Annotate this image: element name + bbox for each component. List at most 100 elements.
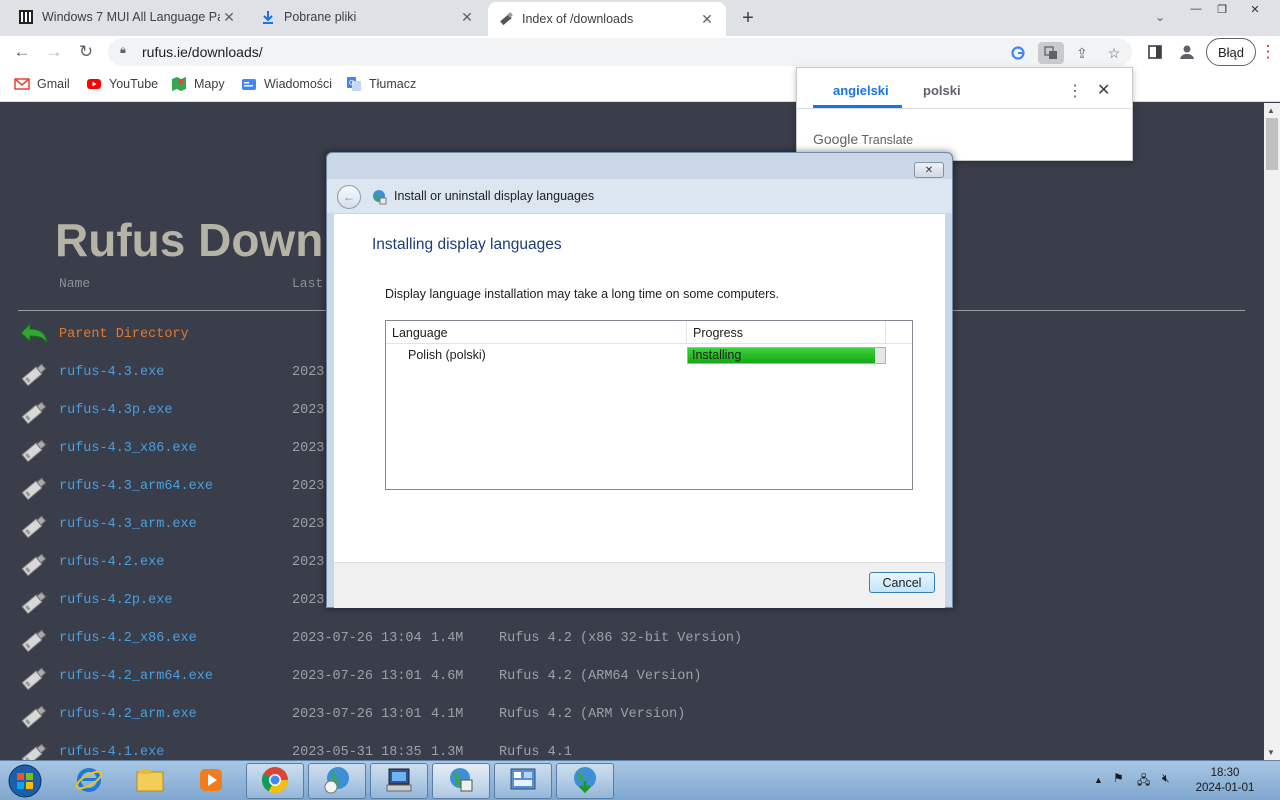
language-name[interactable]: Polish (polski) [408, 348, 486, 362]
clock-date: 2024-01-01 [1195, 782, 1255, 794]
svg-text:G: G [349, 80, 354, 87]
show-hidden-icons-arrow-icon[interactable]: ▲ [1094, 775, 1103, 785]
google-translate-brand: Google Translate [813, 131, 913, 147]
file-date: 2023-07-26 13:01 [292, 707, 422, 722]
file-link[interactable]: rufus-4.3.exe [59, 365, 164, 380]
scroll-up-arrow-icon[interactable]: ▲ [1267, 106, 1275, 115]
bookmark-translate[interactable]: G Tłumacz [346, 76, 416, 92]
taskbar-media-player[interactable] [182, 763, 240, 799]
translate-target-tab[interactable]: polski [923, 83, 961, 98]
file-date: 2023-07-26 13:04 [292, 631, 422, 646]
profile-avatar-icon[interactable] [1175, 40, 1199, 64]
google-icon[interactable] [1008, 43, 1028, 63]
tab-windows7-mui[interactable]: Windows 7 MUI All Language Pa ✕ [8, 0, 248, 34]
close-tab-icon[interactable]: ✕ [458, 8, 476, 26]
profile-error-button[interactable]: Błąd [1206, 38, 1256, 66]
system-clock[interactable]: 18:30 2024-01-01 [1190, 766, 1260, 796]
column-header-language[interactable]: Language [386, 321, 687, 344]
cancel-button[interactable]: Cancel [869, 572, 935, 593]
column-header-progress[interactable]: Progress [687, 321, 886, 344]
taskbar-chrome[interactable] [246, 763, 304, 799]
file-date: 2023 [292, 479, 325, 494]
dialog-heading: Installing display languages [372, 236, 562, 253]
file-link[interactable]: rufus-4.3_arm64.exe [59, 479, 213, 494]
url-text: rufus.ie/downloads/ [142, 44, 263, 60]
dialog-close-button[interactable]: ✕ [914, 162, 944, 178]
close-window-icon[interactable]: ✕ [1240, 0, 1270, 18]
computer-icon [384, 765, 414, 798]
globe-icon [371, 189, 387, 205]
file-description: Rufus 4.2 (ARM64 Version) [499, 669, 702, 684]
bookmark-gmail[interactable]: Gmail [14, 76, 70, 92]
archive-icon [18, 9, 34, 25]
lock-icon: 🔒︎ [120, 44, 126, 56]
file-link[interactable]: rufus-4.2p.exe [59, 593, 172, 608]
column-header-name[interactable]: Name [59, 276, 90, 291]
minimize-icon[interactable]: — [1183, 0, 1209, 18]
file-description: Rufus 4.1 [499, 745, 572, 760]
taskbar-explorer[interactable] [121, 763, 179, 799]
share-icon[interactable]: ⇪ [1072, 43, 1092, 63]
file-link[interactable]: rufus-4.2.exe [59, 555, 164, 570]
taskbar-ie[interactable] [60, 763, 118, 799]
tab-search-chevron-icon[interactable]: ⌄ [1148, 5, 1172, 29]
file-link[interactable]: rufus-4.2_arm.exe [59, 707, 197, 722]
dialog-body: Installing display languages Display lan… [334, 214, 945, 562]
bookmark-star-icon[interactable]: ☆ [1104, 43, 1124, 63]
translate-popup: angielski polski ⋮ ✕ Google Translate [796, 67, 1133, 161]
install-progress-bar: Installing [687, 347, 886, 364]
bookmark-news[interactable]: Wiadomości [241, 76, 332, 92]
close-popup-icon[interactable]: ✕ [1097, 80, 1110, 100]
close-tab-icon[interactable]: ✕ [698, 10, 716, 28]
file-link[interactable]: rufus-4.3_x86.exe [59, 441, 197, 456]
chrome-icon [260, 765, 290, 798]
file-row: rufus-4.2_arm.exe 2023-07-26 13:01 4.1M Ruf… [18, 701, 1258, 731]
scrollbar-thumb[interactable] [1266, 118, 1278, 170]
taskbar-idm[interactable] [556, 763, 614, 799]
bookmark-youtube[interactable]: YouTube [86, 76, 158, 92]
file-link[interactable]: rufus-4.3p.exe [59, 403, 172, 418]
back-icon[interactable]: ← [10, 40, 34, 64]
bookmark-label: YouTube [109, 77, 159, 91]
network-icon[interactable]: 🖧︎ [1137, 771, 1150, 792]
side-panel-icon[interactable] [1143, 40, 1167, 64]
taskbar-language-installer[interactable] [432, 763, 490, 799]
reload-icon[interactable]: ↻ [74, 40, 98, 64]
scroll-down-arrow-icon[interactable]: ▼ [1267, 748, 1275, 757]
column-header-last-modified[interactable]: Last [292, 276, 323, 291]
parent-directory-link[interactable]: Parent Directory [59, 327, 189, 342]
taskbar-control-panel[interactable] [494, 763, 552, 799]
file-link[interactable]: rufus-4.2_x86.exe [59, 631, 197, 646]
file-date: 2023-05-31 18:35 [292, 745, 422, 760]
translate-icon[interactable] [1038, 42, 1064, 64]
volume-muted-icon[interactable]: 🔇︎ [1162, 771, 1170, 786]
action-center-flag-icon[interactable]: ⚑ [1113, 771, 1124, 785]
file-link[interactable]: rufus-4.1.exe [59, 745, 164, 760]
language-list-view[interactable]: Language Progress Polish (polski) Instal… [385, 320, 913, 490]
profile-error-label: Błąd [1217, 44, 1245, 60]
restore-icon[interactable]: ❐ [1209, 0, 1235, 18]
bookmark-label: Tłumacz [369, 77, 417, 91]
globe-icon [446, 765, 476, 798]
tab-downloads[interactable]: Pobrane pliki ✕ [250, 0, 486, 34]
usb-drive-icon [498, 11, 514, 27]
bookmark-maps[interactable]: Mapy [171, 76, 225, 92]
file-link[interactable]: rufus-4.3_arm.exe [59, 517, 197, 532]
address-bar[interactable]: 🔒︎ rufus.ie/downloads/ ⇪ ☆ [108, 38, 1132, 66]
taskbar-clock-globe[interactable] [308, 763, 366, 799]
back-arrow-icon[interactable]: ← [337, 185, 361, 209]
file-date: 2023 [292, 517, 325, 532]
tab-index-downloads[interactable]: Index of /downloads ✕ [488, 2, 726, 36]
close-tab-icon[interactable]: ✕ [220, 8, 238, 26]
taskbar-network[interactable] [370, 763, 428, 799]
translate-source-tab[interactable]: angielski [833, 83, 889, 98]
menu-kebab-icon[interactable]: ⋮ [1256, 40, 1280, 64]
install-languages-dialog: ✕ ← Install or uninstall display languag… [326, 152, 953, 608]
usb-drive-icon [18, 625, 50, 655]
file-link[interactable]: rufus-4.2_arm64.exe [59, 669, 213, 684]
new-tab-icon[interactable]: + [736, 6, 760, 30]
more-options-icon[interactable]: ⋮ [1067, 81, 1083, 101]
page-scrollbar[interactable]: ▲ ▼ [1264, 103, 1280, 760]
start-button[interactable] [5, 763, 45, 799]
forward-icon[interactable]: → [42, 40, 66, 64]
